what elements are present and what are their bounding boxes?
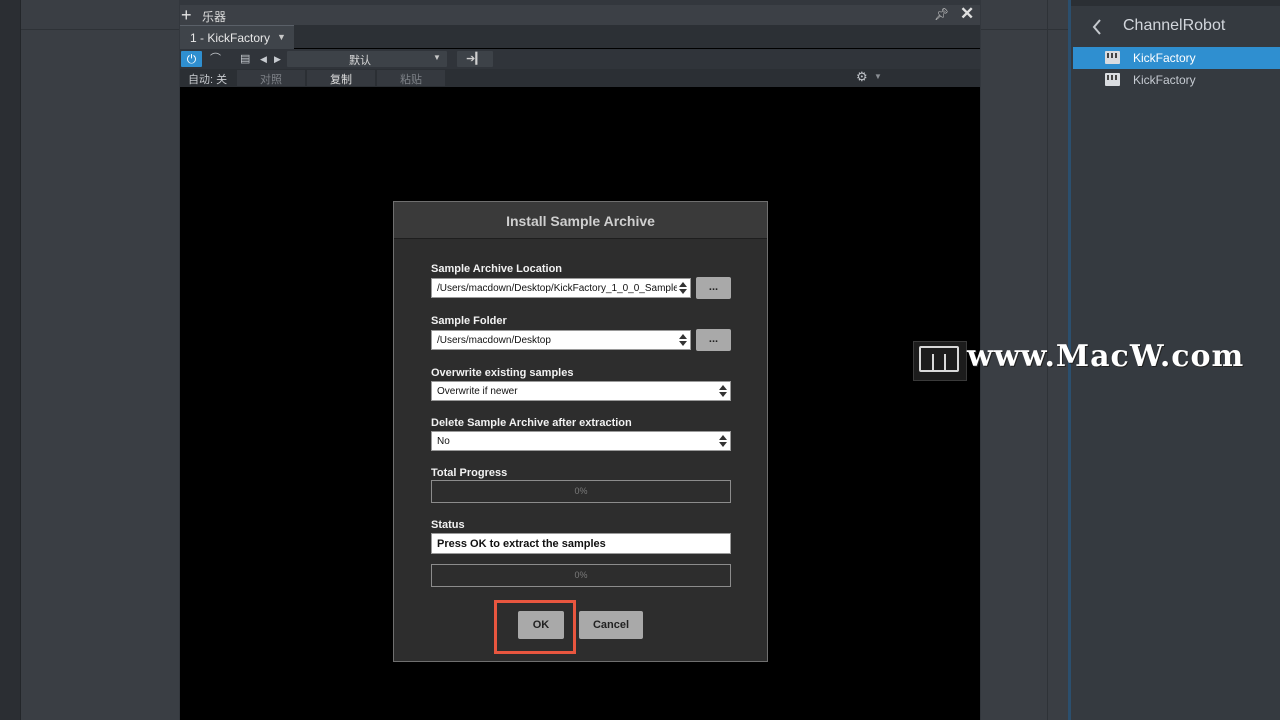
chevron-down-icon: ▼ xyxy=(433,53,441,62)
instrument-tabbar: 1 - KickFactory ▼ xyxy=(180,25,980,49)
power-icon[interactable]: ⏻ xyxy=(181,51,202,67)
route-output-icon[interactable]: ➔▎ xyxy=(457,51,493,67)
progress-text: 0% xyxy=(574,486,588,496)
sample-folder-value: /Users/macdown/Desktop xyxy=(437,335,551,346)
browser-top-bar xyxy=(1071,0,1280,6)
grid-line xyxy=(981,29,1069,30)
copy-label: 复制 xyxy=(330,74,352,86)
delete-archive-label: Delete Sample Archive after extraction xyxy=(431,417,632,429)
chevron-down-icon[interactable]: ▼ xyxy=(277,32,286,42)
next-preset-icon[interactable]: ▶ xyxy=(274,51,281,67)
browse-folder-button[interactable]: ... xyxy=(696,329,731,351)
browser-item-kickfactory[interactable]: KickFactory xyxy=(1073,47,1280,69)
automation-toggle[interactable]: 自动: 关 xyxy=(188,71,227,87)
status-value: Press OK to extract the samples xyxy=(437,538,606,550)
paste-button[interactable]: 粘贴 xyxy=(377,70,445,86)
tab-label: 1 - KickFactory xyxy=(190,31,271,45)
grid-line xyxy=(21,29,179,30)
gear-icon[interactable]: ⚙ xyxy=(856,69,868,85)
overwrite-value: Overwrite if newer xyxy=(437,386,518,397)
plugin-toolbar: ⏻ ⌒ ▤ ◀ ▶ 默认 ▼ ➔▎ xyxy=(180,49,980,69)
instrument-icon xyxy=(1105,73,1120,86)
browser-item-label: KickFactory xyxy=(1133,51,1196,65)
preset-file-icon[interactable]: ▤ xyxy=(240,51,250,67)
watermark-text: www.MacW.com xyxy=(967,339,1245,374)
browse-archive-button[interactable]: ... xyxy=(696,277,731,299)
archive-location-label: Sample Archive Location xyxy=(431,263,563,275)
stepper-icon[interactable] xyxy=(679,281,687,295)
browser-item-kickfactory[interactable]: KickFactory xyxy=(1073,69,1280,91)
pin-icon[interactable]: 📌︎ xyxy=(934,7,949,21)
left-strip xyxy=(0,0,21,720)
window-titlebar[interactable]: + 乐器 📌︎ ✕ xyxy=(180,4,980,25)
browser-title: ChannelRobot xyxy=(1123,17,1226,34)
back-chevron-icon[interactable] xyxy=(1091,17,1103,37)
copy-button[interactable]: 复制 xyxy=(307,70,375,86)
archive-location-field[interactable]: /Users/macdown/Desktop/KickFactory_1_0_0… xyxy=(431,278,691,298)
progress-text: 0% xyxy=(574,570,588,580)
stepper-icon xyxy=(719,384,727,398)
total-progress-label: Total Progress xyxy=(431,467,508,479)
plugin-toolbar-secondary: 自动: 关 对照 复制 粘贴 ⚙ ▼ xyxy=(180,69,980,87)
overwrite-label: Overwrite existing samples xyxy=(431,367,574,379)
stepper-icon xyxy=(719,434,727,448)
preset-value: 默认 xyxy=(349,55,371,67)
file-progress-bar: 0% xyxy=(431,564,731,587)
compare-label: 对照 xyxy=(260,74,282,86)
cancel-button[interactable]: Cancel xyxy=(579,611,643,639)
bypass-icon[interactable]: ⌒ xyxy=(210,51,221,67)
sample-folder-label: Sample Folder xyxy=(431,315,507,327)
track-panel-left xyxy=(21,0,179,720)
preset-select[interactable]: 默认 ▼ xyxy=(287,51,447,67)
overwrite-select[interactable]: Overwrite if newer xyxy=(431,381,731,401)
watermark-logo-icon xyxy=(913,341,967,381)
paste-label: 粘贴 xyxy=(400,74,422,86)
instrument-icon xyxy=(1105,51,1120,64)
delete-archive-select[interactable]: No xyxy=(431,431,731,451)
close-icon[interactable]: ✕ xyxy=(960,4,974,24)
delete-archive-value: No xyxy=(437,436,450,447)
archive-location-value: /Users/macdown/Desktop/KickFactory_1_0_0… xyxy=(437,283,677,294)
status-label: Status xyxy=(431,519,465,531)
stepper-icon[interactable] xyxy=(679,333,687,347)
sample-folder-field[interactable]: /Users/macdown/Desktop xyxy=(431,330,691,350)
browser-item-label: KickFactory xyxy=(1133,73,1196,87)
status-field: Press OK to extract the samples xyxy=(431,533,731,554)
dialog-header: Install Sample Archive xyxy=(394,202,767,239)
window-title: 乐器 xyxy=(202,10,227,24)
prev-preset-icon[interactable]: ◀ xyxy=(260,51,267,67)
total-progress-bar: 0% xyxy=(431,480,731,503)
install-sample-archive-dialog: Install Sample Archive Sample Archive Lo… xyxy=(393,201,768,662)
tab-kickfactory[interactable]: 1 - KickFactory ▼ xyxy=(180,25,294,49)
ok-highlight-box xyxy=(494,600,576,654)
compare-button[interactable]: 对照 xyxy=(237,70,305,86)
chevron-down-icon[interactable]: ▼ xyxy=(874,72,882,81)
dialog-title: Install Sample Archive xyxy=(506,213,655,229)
add-icon[interactable]: + xyxy=(181,5,192,25)
